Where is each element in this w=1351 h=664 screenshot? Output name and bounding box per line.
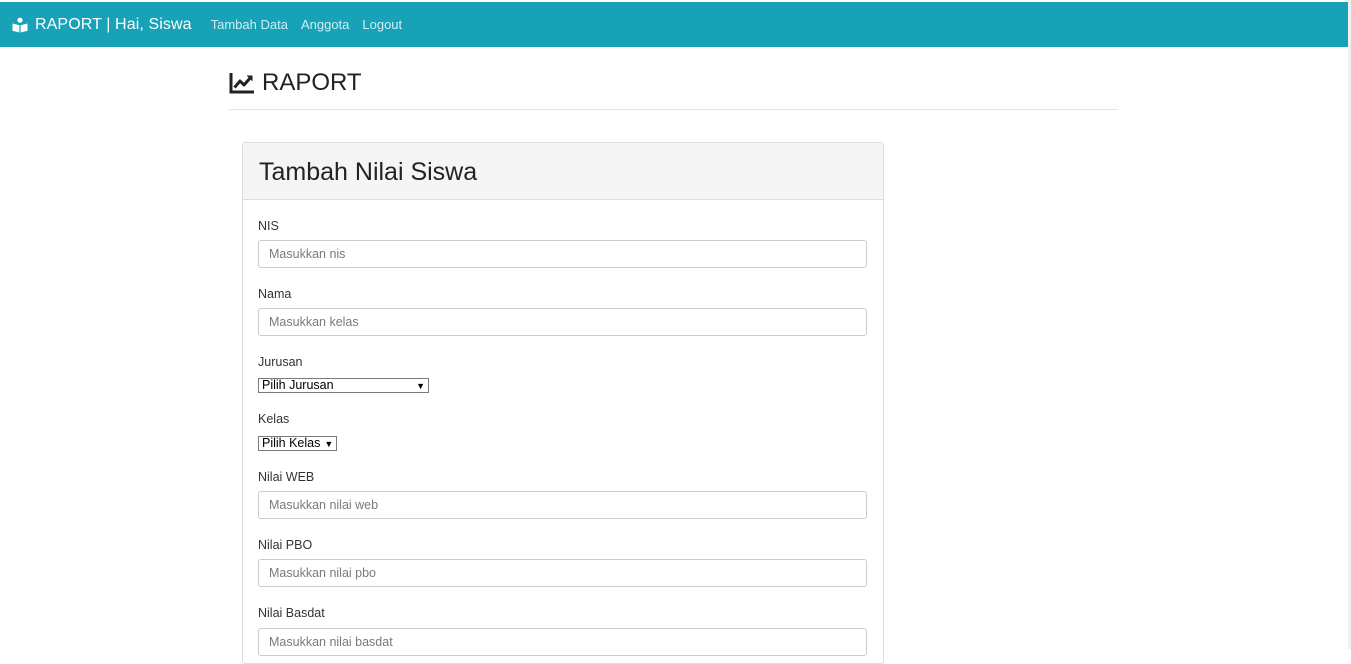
brand-text: RAPORT | Hai, Siswa <box>35 15 192 33</box>
reader-icon <box>12 17 28 33</box>
kelas-selected-value: Pilih Kelas <box>262 436 321 450</box>
form-title: Tambah Nilai Siswa <box>259 157 478 186</box>
panel-heading: Tambah Nilai Siswa <box>243 143 883 200</box>
top-navbar: RAPORT | Hai, Siswa Tambah Data Anggota … <box>0 2 1348 47</box>
kelas-label: Kelas <box>258 412 290 426</box>
nilai-web-input[interactable] <box>258 491 867 519</box>
nilai-pbo-input[interactable] <box>258 559 867 587</box>
kelas-select[interactable]: Pilih Kelas ▼ <box>258 436 337 451</box>
nilai-basdat-label: Nilai Basdat <box>258 606 325 620</box>
nis-input[interactable] <box>258 240 867 268</box>
dropdown-arrow-icon: ▼ <box>324 438 334 449</box>
nav-link-tambah-data[interactable]: Tambah Data <box>211 17 288 32</box>
nama-label: Nama <box>258 287 292 301</box>
nav-link-anggota[interactable]: Anggota <box>301 17 349 32</box>
page-title: RAPORT <box>262 69 362 96</box>
nilai-pbo-label: Nilai PBO <box>258 538 313 552</box>
nav-link-logout[interactable]: Logout <box>362 17 402 32</box>
jurusan-select[interactable]: Pilih Jurusan ▼ <box>258 378 429 393</box>
jurusan-selected-value: Pilih Jurusan <box>262 378 334 392</box>
nis-label: NIS <box>258 219 279 233</box>
jurusan-label: Jurusan <box>258 355 303 369</box>
page-header: RAPORT <box>229 68 1118 110</box>
add-grade-panel: Tambah Nilai Siswa NIS Nama Jurusan Pili… <box>242 142 884 664</box>
nav-links: Tambah Data Anggota Logout <box>211 17 416 32</box>
brand-link[interactable]: RAPORT | Hai, Siswa <box>12 16 192 34</box>
nilai-web-label: Nilai WEB <box>258 470 315 484</box>
chart-line-icon <box>229 71 255 95</box>
dropdown-arrow-icon: ▼ <box>416 380 425 391</box>
nama-input[interactable] <box>258 308 867 336</box>
nilai-basdat-input[interactable] <box>258 628 867 656</box>
